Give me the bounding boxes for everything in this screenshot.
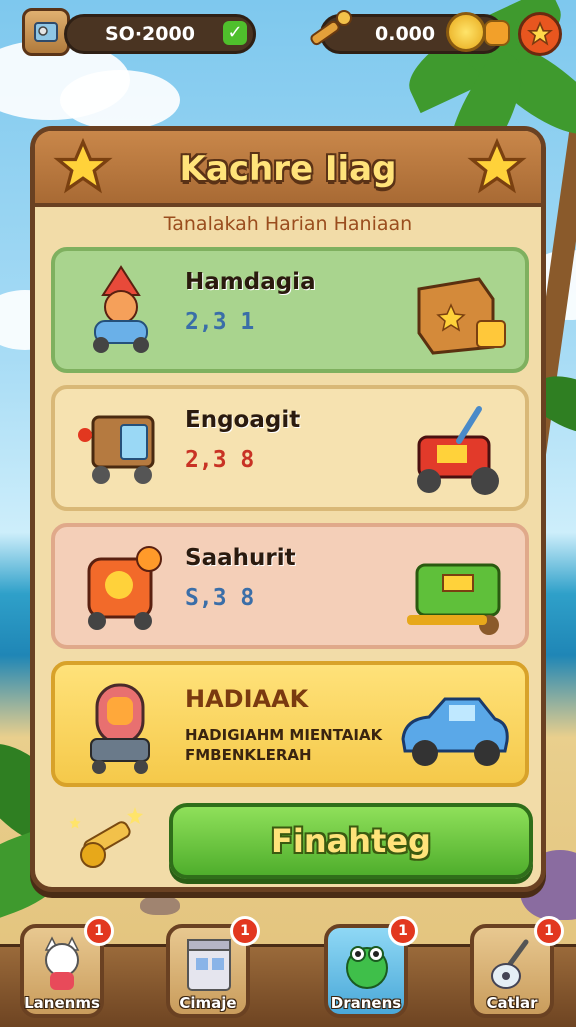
nav-item-1[interactable]: Lanenms 1 bbox=[20, 916, 114, 1018]
nav-label: Catlar bbox=[486, 994, 538, 1012]
reward-name: Saahurit bbox=[185, 545, 296, 571]
daily-reward-panel: Kachre Iiag Tanalakah Harian Haniaan Ham… bbox=[30, 126, 546, 892]
gem-counter-text: 0.000 bbox=[375, 23, 436, 45]
coin-counter: SO·2000 ✓ bbox=[64, 14, 256, 54]
claim-button[interactable]: Finahteg bbox=[169, 803, 533, 879]
nav-item-4[interactable]: Catlar 1 bbox=[470, 916, 564, 1018]
green-chest-icon bbox=[407, 563, 501, 635]
reward-value: 2,3 1 bbox=[185, 309, 255, 335]
tv-cart-icon bbox=[78, 415, 155, 484]
reward-value: 2,3 8 bbox=[185, 447, 255, 473]
notification-badge: 1 bbox=[534, 916, 564, 946]
reward-card-2[interactable]: Engoagit 2,3 8 bbox=[51, 385, 529, 511]
guitar-icon bbox=[491, 939, 529, 989]
nav-item-3[interactable]: Dranens 1 bbox=[324, 916, 418, 1018]
reward-card-1[interactable]: Hamdagia 2,3 1 bbox=[51, 247, 529, 373]
panel-subtitle: Tanalakah Harian Haniaan bbox=[163, 213, 413, 235]
treasure-box-icon bbox=[417, 277, 506, 355]
notification-badge: 1 bbox=[388, 916, 418, 946]
trumpet-icon bbox=[304, 6, 354, 56]
shop-icon bbox=[187, 939, 231, 991]
star-icon bbox=[527, 21, 553, 46]
featured-reward-card[interactable]: HADIAAK HADIGIAHM MIENTAIAK FMBENKLERAH bbox=[51, 661, 529, 787]
map-icon bbox=[34, 22, 58, 42]
panel-title: Kachre Iiag bbox=[179, 149, 397, 189]
robot-toy-icon bbox=[93, 265, 149, 353]
check-icon: ✓ bbox=[223, 21, 247, 45]
cat-icon bbox=[44, 936, 80, 990]
notification-badge: 1 bbox=[84, 916, 114, 946]
blue-car-icon bbox=[401, 697, 509, 766]
coin-counter-text: SO·2000 bbox=[105, 23, 195, 45]
featured-description-line2: FMBENKLERAH bbox=[185, 746, 312, 764]
nav-label: Dranens bbox=[330, 994, 402, 1012]
nav-label: Lanenms bbox=[24, 994, 100, 1012]
notification-badge: 1 bbox=[230, 916, 260, 946]
featured-title: HADIAAK bbox=[185, 685, 309, 713]
featured-description: HADIGIAHM MIENTAIAK FMBENKLERAH bbox=[185, 725, 382, 765]
achievement-button[interactable] bbox=[518, 12, 562, 56]
trumpet-reward-icon bbox=[69, 807, 143, 868]
featured-description-line1: HADIGIAHM MIENTAIAK bbox=[185, 726, 383, 744]
reward-card-3[interactable]: Saahurit S,3 8 bbox=[51, 523, 529, 649]
map-button[interactable] bbox=[22, 8, 70, 56]
red-cart-icon bbox=[417, 406, 499, 495]
frog-icon bbox=[346, 946, 388, 989]
add-currency-button[interactable] bbox=[484, 20, 510, 46]
nav-label: Cimaje bbox=[179, 994, 237, 1012]
nav-item-2[interactable]: Cimaje 1 bbox=[166, 916, 260, 1018]
coin-icon bbox=[446, 12, 486, 52]
fire-buggy-icon bbox=[87, 546, 162, 630]
capsule-robot-icon bbox=[90, 683, 150, 774]
reward-value: S,3 8 bbox=[185, 585, 255, 611]
reward-name: Hamdagia bbox=[185, 269, 316, 295]
reward-name: Engoagit bbox=[185, 407, 301, 433]
